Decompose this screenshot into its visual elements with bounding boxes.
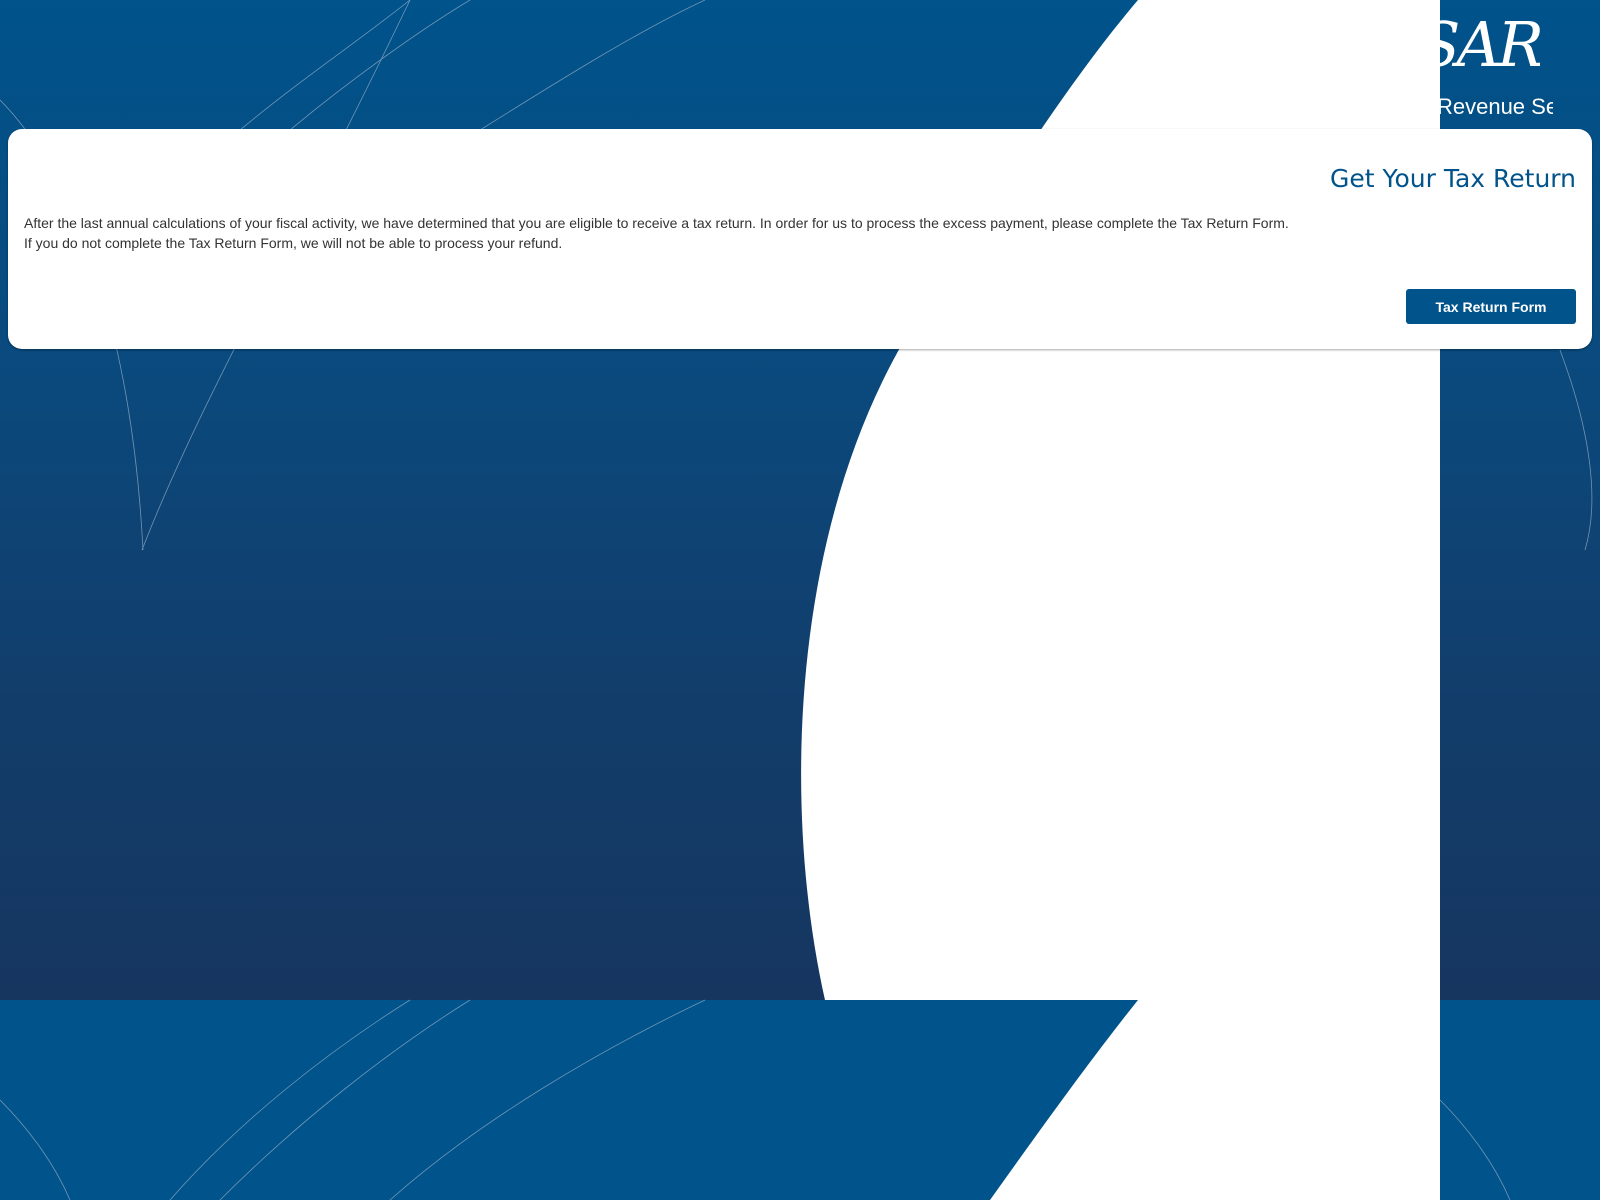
- decorative-line: [479, 0, 706, 131]
- decorative-line: [169, 999, 411, 1200]
- tax-return-card: Get Your Tax Return After the last annua…: [8, 129, 1592, 349]
- sars-logo-text: SARS: [1418, 8, 1540, 78]
- background-swoosh-shape-bottom: [990, 1000, 1440, 1200]
- card-paragraph: If you do not complete the Tax Return Fo…: [24, 235, 563, 251]
- card-paragraph: After the last annual calculations of yo…: [24, 215, 1289, 231]
- decorative-line: [0, 1099, 71, 1200]
- page-background: SARS South African Revenue Service Get Y…: [0, 0, 1600, 1200]
- decorative-line: [239, 0, 411, 131]
- sars-logo: SARS: [1418, 8, 1540, 78]
- decorative-line: [1439, 1099, 1511, 1200]
- decorative-line: [1559, 349, 1593, 551]
- decorative-line: [219, 999, 471, 1200]
- decorative-line: [389, 999, 706, 1200]
- card-title: Get Your Tax Return: [1330, 164, 1576, 193]
- tax-return-form-button[interactable]: Tax Return Form: [1406, 289, 1576, 324]
- agency-name: South African Revenue Service: [1300, 94, 1553, 119]
- decorative-line: [289, 0, 471, 131]
- card-message: After the last annual calculations of yo…: [24, 213, 1544, 253]
